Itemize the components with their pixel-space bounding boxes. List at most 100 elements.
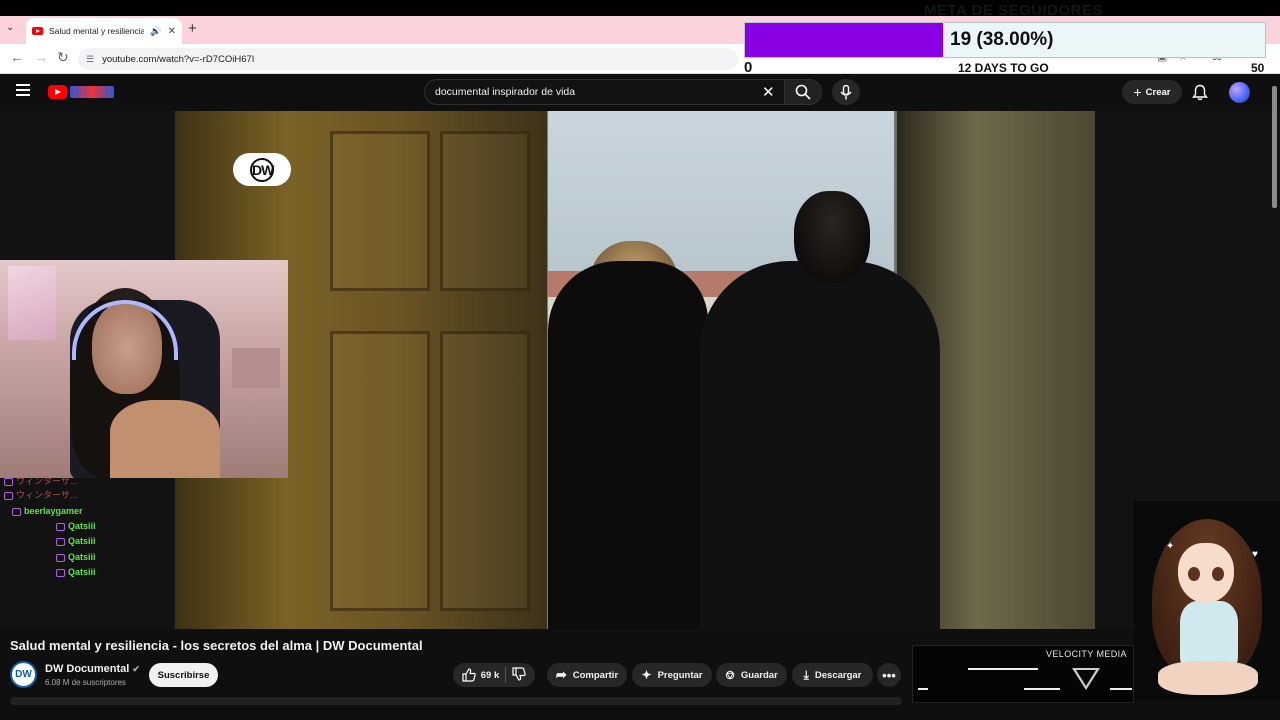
ask-button[interactable]: ✦ Preguntar (632, 663, 712, 687)
more-actions-button[interactable]: ••• (877, 663, 901, 687)
webcam-shoulder (110, 400, 220, 478)
subscriber-count: 6.08 M de suscriptores (45, 678, 126, 687)
menu-icon[interactable] (16, 84, 30, 96)
like-dislike-group: 69 k (453, 663, 535, 687)
webcam-shelf (232, 348, 280, 388)
avatar-legs (1158, 661, 1258, 695)
search-icon (795, 84, 811, 100)
thumbs-up-icon (462, 668, 476, 682)
chat-message: Qatsiii (56, 519, 96, 534)
thumbs-down-icon (512, 666, 527, 681)
share-button[interactable]: ➦ Compartir (547, 663, 627, 687)
account-avatar[interactable] (1229, 82, 1250, 103)
goal-progress-fill (745, 23, 943, 57)
like-count: 69 k (480, 669, 500, 681)
avatar-eye (1188, 567, 1200, 581)
create-label: Crear (1145, 86, 1171, 98)
speaker-icon[interactable]: 🔊 (150, 26, 161, 37)
channel-name[interactable]: DW Documental ✔ (45, 663, 140, 675)
goal-days-left: 12 DAYS TO GO (958, 61, 1049, 75)
video-man-head (794, 191, 870, 283)
dislike-button[interactable] (512, 666, 527, 684)
heart-icon: ♥ (1252, 549, 1258, 560)
download-button[interactable]: ⤓ Descargar (792, 663, 873, 687)
chat-username: Qatsiii (68, 567, 96, 577)
chat-badge-icon (56, 537, 65, 546)
youtube-favicon-icon (32, 27, 43, 35)
chat-username: beerlaygamer (24, 506, 83, 516)
chat-message: Qatsiii (56, 550, 96, 565)
plus-icon: + (1133, 84, 1142, 100)
url-text: youtube.com/watch?v=-rD7COiH67I (102, 53, 255, 65)
new-tab-icon[interactable]: + (188, 20, 197, 37)
streamer-webcam (0, 260, 288, 478)
chat-username: ウィンターサ... (16, 490, 78, 500)
create-button[interactable]: + Crear (1122, 80, 1182, 104)
share-arrow-icon: ➦ (555, 667, 567, 682)
velocity-logo-inner (1076, 670, 1096, 686)
video-man (700, 261, 940, 629)
goal-progress-text: 19 (38.00%) (950, 29, 1054, 50)
download-icon: ⤓ (803, 667, 809, 682)
back-arrow-icon[interactable]: ← (10, 49, 24, 65)
chat-username: Qatsiii (68, 521, 96, 531)
notifications-button[interactable] (1192, 84, 1208, 106)
chat-username: Qatsiii (68, 536, 96, 546)
velocity-line (918, 688, 928, 690)
voice-search-button[interactable] (832, 79, 860, 105)
dw-watermark-logo: DW (233, 153, 291, 186)
description-box[interactable] (10, 697, 902, 705)
tab-list-chevron-icon[interactable]: ⌄ (6, 22, 14, 33)
search-button[interactable] (784, 79, 822, 105)
subscribe-button[interactable]: Suscribirse (149, 663, 218, 687)
chat-badge-icon (4, 477, 13, 486)
youtube-logo-icon[interactable] (48, 85, 67, 99)
download-label: Descargar (814, 669, 862, 681)
search-input[interactable]: documental inspirador de vida (424, 79, 786, 105)
velocity-line (1110, 688, 1132, 690)
avatar-eye (1212, 567, 1224, 581)
bell-icon (1192, 84, 1208, 101)
sparkle-icon: ✦ (641, 668, 652, 682)
chat-badge-icon (56, 568, 65, 577)
velocity-media-label: VELOCITY MEDIA (1046, 649, 1127, 659)
velocity-line (1024, 688, 1060, 690)
channel-name-text: DW Documental (45, 663, 130, 675)
channel-avatar[interactable]: DW (10, 661, 37, 688)
save-button[interactable]: ⎊ Guardar (716, 663, 787, 687)
chat-message: beerlaygamer (12, 504, 83, 519)
page-scrollbar[interactable] (1272, 86, 1277, 208)
verified-icon: ✔ (132, 664, 140, 674)
video-woman (548, 261, 708, 629)
chat-badge-icon (56, 553, 65, 562)
url-field[interactable]: ☰ youtube.com/watch?v=-rD7COiH67I (78, 48, 738, 70)
youtube-doodle-logo[interactable] (70, 86, 114, 98)
microphone-icon (840, 84, 852, 99)
chat-message: Qatsiii (56, 565, 96, 580)
clear-search-icon[interactable]: ✕ (762, 83, 775, 101)
reload-icon[interactable]: ↻ (57, 49, 69, 66)
more-dots-icon: ••• (882, 667, 896, 683)
anime-avatar-overlay: ✦ ♥ (1134, 501, 1280, 701)
browser-tab-active[interactable]: Salud mental y resiliencia - 🔊 ✕ (26, 18, 182, 44)
goal-max-label: 50 (1251, 61, 1265, 75)
door-panel (330, 331, 430, 611)
forward-arrow-icon[interactable]: → (34, 49, 48, 65)
share-label: Compartir (572, 669, 619, 681)
avatar-face (1178, 543, 1234, 603)
chat-username: ウィンターサ... (16, 476, 78, 486)
chat-badge-icon (12, 507, 21, 516)
goal-heading: META DE SEGUIDORES (924, 2, 1104, 19)
site-info-icon[interactable]: ☰ (86, 54, 94, 65)
chat-username: Qatsiii (68, 552, 96, 562)
ask-label: Preguntar (657, 669, 703, 681)
tab-title: Salud mental y resiliencia - (49, 26, 145, 36)
velocity-line (968, 668, 1038, 670)
save-label: Guardar (740, 669, 778, 681)
door-panel (440, 131, 530, 291)
like-button[interactable]: 69 k (462, 668, 500, 682)
door-panel (330, 131, 430, 291)
dw-watermark-text: DW (250, 157, 274, 182)
tab-close-icon[interactable]: ✕ (168, 26, 176, 37)
chat-message: ウィンターサ... (4, 488, 77, 503)
